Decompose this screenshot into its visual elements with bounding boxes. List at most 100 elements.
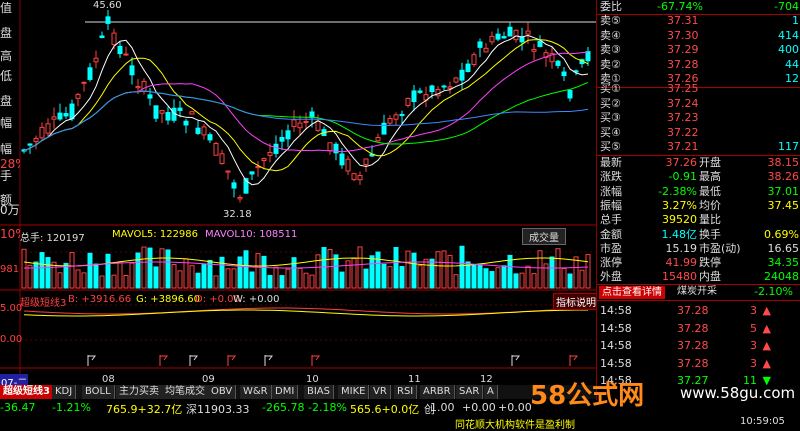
volume-bar <box>249 271 255 289</box>
candle-up <box>405 97 411 106</box>
candle-down <box>417 90 423 93</box>
volume-bar <box>549 256 555 289</box>
signal-marker <box>190 355 198 361</box>
candle-up <box>513 29 519 41</box>
buy-order-row[interactable]: 买③ 37.23 <box>597 111 800 126</box>
candle-up <box>315 120 321 131</box>
volume-bar <box>489 271 495 289</box>
left-label: 值 <box>0 2 13 15</box>
tick-time: 14:58 <box>600 356 632 370</box>
weibi-row: 委比 -67.74% -704 <box>597 0 800 15</box>
candle-down <box>57 112 63 120</box>
candle-up <box>453 77 459 83</box>
volume-bar <box>267 274 273 289</box>
candle-up <box>471 54 477 65</box>
volume-indicator-selector[interactable]: 成交量 <box>522 228 566 245</box>
candle-down <box>147 94 153 99</box>
candle-down <box>273 143 279 154</box>
tick-price: 37.28 <box>677 339 709 352</box>
volume-bar <box>519 272 525 289</box>
candle-down <box>429 85 435 93</box>
volume-bar <box>255 253 261 289</box>
volume-bar <box>411 252 417 289</box>
indicator-name: 超级短线3 <box>20 298 67 309</box>
sector-change: -2.10% <box>754 285 793 298</box>
buy-order-row[interactable]: 买④ 37.22 <box>597 126 800 141</box>
tick-row: 14:58 37.28 5 ▲ <box>597 320 800 337</box>
volume-bar <box>273 266 279 289</box>
sell-order-label: 卖③ <box>600 43 621 57</box>
indicator-tab[interactable]: 均笔成交 <box>162 385 209 399</box>
indicator-tab[interactable]: MIKE <box>338 385 370 399</box>
weibi-vol: -704 <box>774 0 799 13</box>
indicator-tab[interactable]: BOLL <box>82 385 115 399</box>
volume-bar <box>333 254 339 289</box>
sell-order-row[interactable]: 卖④ 37.30 414 <box>597 29 800 44</box>
stat-value: 39520 <box>662 213 697 227</box>
volume-bar <box>579 269 585 289</box>
volume-bar <box>261 255 267 289</box>
stat-value: -0.91 <box>668 170 697 184</box>
buy-order-row[interactable]: 买⑤ 37.21 117 <box>597 140 800 155</box>
indicator-tab[interactable]: 超级短线3 <box>0 385 54 399</box>
x-axis-label: 11 <box>408 374 421 385</box>
volume-bar <box>375 251 381 289</box>
sector-name[interactable]: 煤炭开采 <box>677 285 717 300</box>
candle-up <box>525 30 531 35</box>
sell-order-row[interactable]: 卖② 37.28 44 <box>597 58 800 73</box>
volume-bar <box>537 250 543 289</box>
indicator-tab[interactable]: KDJ <box>52 385 77 399</box>
stat-value: 24048 <box>764 270 799 284</box>
indicator-g: G: +3896.60 <box>136 294 201 305</box>
tick-price: 37.28 <box>677 356 709 370</box>
indicator-tab[interactable]: VR <box>370 385 391 399</box>
tick-price: 37.28 <box>677 321 709 335</box>
volume-bar <box>237 256 243 289</box>
candle-down <box>381 122 387 135</box>
candle-down <box>507 26 513 37</box>
volume-bar <box>585 254 591 289</box>
candle-down <box>129 65 135 76</box>
candle-up <box>393 114 399 120</box>
candle-down <box>441 85 447 88</box>
indicator-tab[interactable]: OBV <box>208 385 237 399</box>
indicator-b: B: +3916.66 <box>68 294 132 305</box>
indicator-help-button[interactable]: 指标说明 <box>553 293 599 310</box>
sell-order-row[interactable]: 卖③ 37.29 400 <box>597 43 800 58</box>
candle-up <box>81 81 87 84</box>
indicator-tab[interactable]: RSI <box>394 385 418 399</box>
buy-order-row[interactable]: 买① 37.25 <box>597 82 800 97</box>
indicator-tab[interactable]: W&R <box>240 385 272 399</box>
volume-bar <box>105 253 111 289</box>
indicator-tab[interactable]: BIAS <box>304 385 334 399</box>
candle-down <box>519 37 525 43</box>
details-link[interactable]: 点击查看详情 <box>599 286 665 299</box>
volume-bar <box>573 256 579 289</box>
indicator-tab[interactable]: ARBR <box>420 385 455 399</box>
arrow-up-icon: ▲ <box>762 321 771 335</box>
signal-marker <box>265 355 273 361</box>
sell-order-row[interactable]: 卖⑤ 37.31 1 <box>597 14 800 29</box>
low-price-label: 32.18 <box>223 209 252 220</box>
buy-order-label: 买⑤ <box>600 140 621 154</box>
stat-value: 37.01 <box>767 184 800 198</box>
volume-bar <box>297 267 303 289</box>
candle-up <box>45 123 51 134</box>
stat-row: 涨停 41.99 跌停 34.35 <box>597 256 800 271</box>
buy-order-row[interactable]: 买② 37.24 <box>597 97 800 112</box>
indicator-tab[interactable]: 主力买卖 <box>116 385 163 399</box>
kline-chart-area[interactable] <box>0 0 596 385</box>
volume-bar <box>21 248 27 289</box>
stat-value: 3.27% <box>662 198 697 212</box>
volume-bar <box>453 274 459 289</box>
stat-row: 最新 37.26 开盘 38.15 <box>597 156 800 171</box>
stat-key: 量比 <box>699 213 721 227</box>
indicator-tab[interactable]: DMI <box>272 385 299 399</box>
sell-order-volume: 414 <box>778 28 799 42</box>
indicator-tab[interactable]: A <box>484 385 498 399</box>
volume-bar <box>405 250 411 289</box>
volume-bar <box>141 246 147 289</box>
indicator-tab[interactable]: SAR <box>456 385 484 399</box>
candle-down <box>501 36 507 39</box>
volume-bar <box>483 268 489 289</box>
